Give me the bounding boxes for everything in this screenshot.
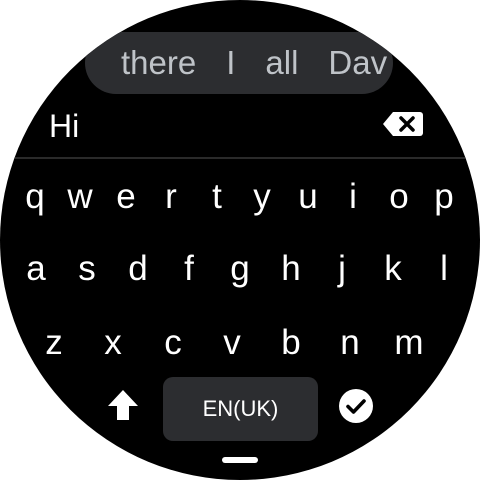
suggestion-strip[interactable]: there I all Dav (85, 32, 393, 94)
key[interactable]: b (271, 318, 311, 368)
shift-arrow-icon (108, 390, 138, 420)
key[interactable]: h (271, 244, 311, 294)
key[interactable]: p (424, 172, 464, 222)
key[interactable]: n (330, 318, 370, 368)
key[interactable]: u (288, 172, 328, 222)
key[interactable]: w (60, 172, 100, 222)
key[interactable]: y (242, 172, 282, 222)
check-circle-icon (339, 389, 373, 423)
key[interactable]: o (379, 172, 419, 222)
enter-button[interactable] (338, 388, 374, 424)
key[interactable]: x (93, 318, 133, 368)
key[interactable]: r (151, 172, 191, 222)
key[interactable]: m (389, 318, 429, 368)
key[interactable]: a (16, 244, 56, 294)
suggestion-item[interactable]: I (226, 44, 235, 82)
key[interactable]: v (212, 318, 252, 368)
backspace-button[interactable] (382, 111, 424, 137)
key[interactable]: g (220, 244, 260, 294)
watch-screen: there I all Dav Hi q w e r t y u i o p a… (0, 0, 480, 480)
suggestion-item[interactable]: Dav (328, 44, 387, 82)
key[interactable]: k (373, 244, 413, 294)
divider (0, 157, 480, 159)
shift-button[interactable] (106, 388, 140, 422)
key[interactable]: e (106, 172, 146, 222)
key[interactable]: j (322, 244, 362, 294)
language-space-key[interactable]: EN(UK) (163, 377, 318, 441)
key[interactable]: f (169, 244, 209, 294)
key[interactable]: z (34, 318, 74, 368)
text-input-field[interactable]: Hi (49, 108, 79, 145)
key[interactable]: t (197, 172, 237, 222)
suggestion-item[interactable]: all (265, 44, 298, 82)
key-row-1: q w e r t y u i o p (0, 172, 480, 222)
key[interactable]: d (118, 244, 158, 294)
key-row-3: z x c v b n m (0, 318, 480, 368)
suggestion-row: there I all Dav (121, 32, 387, 94)
key[interactable]: i (333, 172, 373, 222)
dismiss-handle[interactable] (222, 457, 258, 463)
key[interactable]: c (153, 318, 193, 368)
key[interactable]: s (67, 244, 107, 294)
key-row-2: a s d f g h j k l (0, 244, 480, 294)
suggestion-item[interactable]: there (121, 44, 196, 82)
key[interactable]: q (15, 172, 55, 222)
key[interactable]: l (424, 244, 464, 294)
backspace-icon (383, 112, 423, 136)
